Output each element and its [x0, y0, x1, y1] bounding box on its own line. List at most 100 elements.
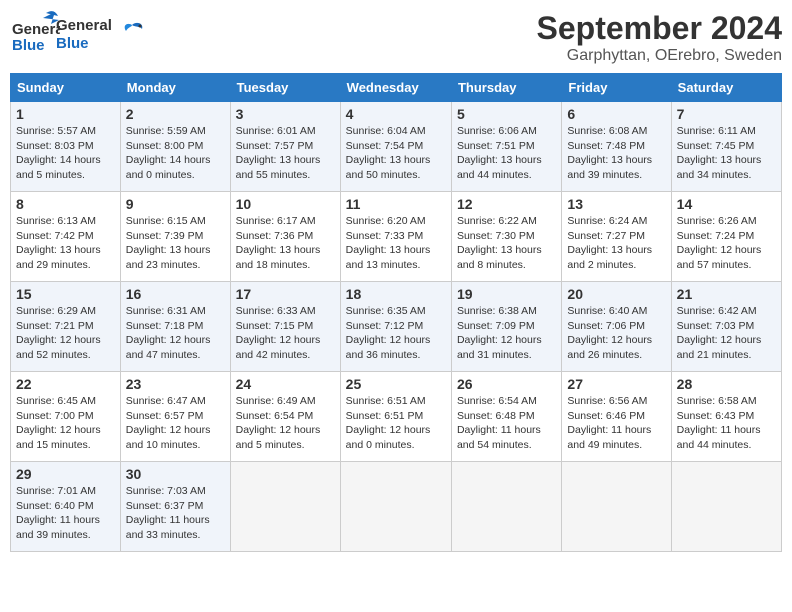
- logo: General Blue General Blue: [10, 10, 146, 60]
- cell-day-number: 20: [567, 286, 665, 302]
- cell-day-number: 5: [457, 106, 556, 122]
- calendar-cell: 4 Sunrise: 6:04 AM Sunset: 7:54 PM Daylig…: [340, 102, 451, 192]
- cell-daylight-info: Sunrise: 6:31 AM Sunset: 7:18 PM Dayligh…: [126, 304, 225, 363]
- cell-day-number: 14: [677, 196, 776, 212]
- cell-day-number: 4: [346, 106, 446, 122]
- col-thursday: Thursday: [451, 74, 561, 102]
- cell-daylight-info: Sunrise: 6:24 AM Sunset: 7:27 PM Dayligh…: [567, 214, 665, 273]
- cell-day-number: 24: [236, 376, 335, 392]
- calendar-cell: 13 Sunrise: 6:24 AM Sunset: 7:27 PM Dayli…: [562, 192, 671, 282]
- calendar-cell: 15 Sunrise: 6:29 AM Sunset: 7:21 PM Dayli…: [11, 282, 121, 372]
- cell-daylight-info: Sunrise: 6:17 AM Sunset: 7:36 PM Dayligh…: [236, 214, 335, 273]
- cell-daylight-info: Sunrise: 6:22 AM Sunset: 7:30 PM Dayligh…: [457, 214, 556, 273]
- calendar-week-row: 1 Sunrise: 5:57 AM Sunset: 8:03 PM Daylig…: [11, 102, 782, 192]
- cell-daylight-info: Sunrise: 6:01 AM Sunset: 7:57 PM Dayligh…: [236, 124, 335, 183]
- calendar-cell: 20 Sunrise: 6:40 AM Sunset: 7:06 PM Dayli…: [562, 282, 671, 372]
- cell-day-number: 15: [16, 286, 115, 302]
- col-tuesday: Tuesday: [230, 74, 340, 102]
- cell-day-number: 22: [16, 376, 115, 392]
- logo-icon: General Blue: [10, 10, 60, 60]
- main-title: September 2024: [537, 10, 782, 47]
- cell-daylight-info: Sunrise: 5:57 AM Sunset: 8:03 PM Dayligh…: [16, 124, 115, 183]
- logo-general: General: [56, 17, 112, 35]
- svg-text:General: General: [12, 21, 60, 38]
- calendar-cell: [451, 462, 561, 552]
- calendar-week-row: 29Sunrise: 7:01 AM Sunset: 6:40 PM Dayli…: [11, 462, 782, 552]
- col-sunday: Sunday: [11, 74, 121, 102]
- calendar-cell: 16 Sunrise: 6:31 AM Sunset: 7:18 PM Dayli…: [120, 282, 230, 372]
- cell-day-number: 6: [567, 106, 665, 122]
- cell-day-number: 19: [457, 286, 556, 302]
- cell-day-number: 12: [457, 196, 556, 212]
- cell-day-number: 17: [236, 286, 335, 302]
- cell-day-number: 9: [126, 196, 225, 212]
- cell-day-number: 3: [236, 106, 335, 122]
- cell-day-number: 7: [677, 106, 776, 122]
- cell-day-number: 2: [126, 106, 225, 122]
- cell-daylight-info: Sunrise: 6:20 AM Sunset: 7:33 PM Dayligh…: [346, 214, 446, 273]
- col-monday: Monday: [120, 74, 230, 102]
- calendar-cell: 8 Sunrise: 6:13 AM Sunset: 7:42 PM Daylig…: [11, 192, 121, 282]
- cell-day-number: 18: [346, 286, 446, 302]
- calendar-header-row: Sunday Monday Tuesday Wednesday Thursday…: [11, 74, 782, 102]
- cell-daylight-info: Sunrise: 6:06 AM Sunset: 7:51 PM Dayligh…: [457, 124, 556, 183]
- calendar-cell: 30 Sunrise: 7:03 AM Sunset: 6:37 PM Dayli…: [120, 462, 230, 552]
- cell-daylight-info: Sunrise: 7:03 AM Sunset: 6:37 PM Dayligh…: [126, 484, 225, 543]
- cell-daylight-info: Sunrise: 6:15 AM Sunset: 7:39 PM Dayligh…: [126, 214, 225, 273]
- cell-daylight-info: Sunrise: 6:40 AM Sunset: 7:06 PM Dayligh…: [567, 304, 665, 363]
- calendar-week-row: 15 Sunrise: 6:29 AM Sunset: 7:21 PM Dayli…: [11, 282, 782, 372]
- cell-day-number: 1: [16, 106, 115, 122]
- cell-daylight-info: Sunrise: 6:29 AM Sunset: 7:21 PM Dayligh…: [16, 304, 115, 363]
- cell-day-number: 25: [346, 376, 446, 392]
- calendar-cell: 29Sunrise: 7:01 AM Sunset: 6:40 PM Dayli…: [11, 462, 121, 552]
- calendar-cell: [230, 462, 340, 552]
- cell-daylight-info: Sunrise: 6:13 AM Sunset: 7:42 PM Dayligh…: [16, 214, 115, 273]
- calendar-cell: 17 Sunrise: 6:33 AM Sunset: 7:15 PM Dayli…: [230, 282, 340, 372]
- calendar-cell: 7 Sunrise: 6:11 AM Sunset: 7:45 PM Daylig…: [671, 102, 781, 192]
- cell-day-number: 10: [236, 196, 335, 212]
- calendar-cell: 22 Sunrise: 6:45 AM Sunset: 7:00 PM Dayli…: [11, 372, 121, 462]
- cell-daylight-info: Sunrise: 6:42 AM Sunset: 7:03 PM Dayligh…: [677, 304, 776, 363]
- calendar-cell: 28 Sunrise: 6:58 AM Sunset: 6:43 PM Dayli…: [671, 372, 781, 462]
- calendar-cell: 9 Sunrise: 6:15 AM Sunset: 7:39 PM Daylig…: [120, 192, 230, 282]
- calendar-cell: 6 Sunrise: 6:08 AM Sunset: 7:48 PM Daylig…: [562, 102, 671, 192]
- cell-daylight-info: Sunrise: 6:56 AM Sunset: 6:46 PM Dayligh…: [567, 394, 665, 453]
- cell-daylight-info: Sunrise: 6:51 AM Sunset: 6:51 PM Dayligh…: [346, 394, 446, 453]
- calendar-cell: 14 Sunrise: 6:26 AM Sunset: 7:24 PM Dayli…: [671, 192, 781, 282]
- cell-day-number: 27: [567, 376, 665, 392]
- cell-daylight-info: Sunrise: 6:11 AM Sunset: 7:45 PM Dayligh…: [677, 124, 776, 183]
- cell-daylight-info: Sunrise: 6:54 AM Sunset: 6:48 PM Dayligh…: [457, 394, 556, 453]
- calendar-cell: [671, 462, 781, 552]
- calendar-cell: 25 Sunrise: 6:51 AM Sunset: 6:51 PM Dayli…: [340, 372, 451, 462]
- cell-day-number: 28: [677, 376, 776, 392]
- logo-bird-icon: [118, 19, 146, 47]
- calendar-cell: 2Sunrise: 5:59 AM Sunset: 8:00 PM Daylig…: [120, 102, 230, 192]
- calendar-cell: 3 Sunrise: 6:01 AM Sunset: 7:57 PM Daylig…: [230, 102, 340, 192]
- calendar-week-row: 8 Sunrise: 6:13 AM Sunset: 7:42 PM Daylig…: [11, 192, 782, 282]
- calendar-cell: 11Sunrise: 6:20 AM Sunset: 7:33 PM Dayli…: [340, 192, 451, 282]
- cell-day-number: 13: [567, 196, 665, 212]
- cell-daylight-info: Sunrise: 6:58 AM Sunset: 6:43 PM Dayligh…: [677, 394, 776, 453]
- cell-day-number: 30: [126, 466, 225, 482]
- calendar-cell: 1 Sunrise: 5:57 AM Sunset: 8:03 PM Daylig…: [11, 102, 121, 192]
- cell-day-number: 16: [126, 286, 225, 302]
- cell-daylight-info: Sunrise: 6:38 AM Sunset: 7:09 PM Dayligh…: [457, 304, 556, 363]
- cell-daylight-info: Sunrise: 6:35 AM Sunset: 7:12 PM Dayligh…: [346, 304, 446, 363]
- cell-day-number: 8: [16, 196, 115, 212]
- col-saturday: Saturday: [671, 74, 781, 102]
- col-wednesday: Wednesday: [340, 74, 451, 102]
- cell-daylight-info: Sunrise: 6:04 AM Sunset: 7:54 PM Dayligh…: [346, 124, 446, 183]
- cell-daylight-info: Sunrise: 6:45 AM Sunset: 7:00 PM Dayligh…: [16, 394, 115, 453]
- calendar-cell: [562, 462, 671, 552]
- cell-daylight-info: Sunrise: 6:26 AM Sunset: 7:24 PM Dayligh…: [677, 214, 776, 273]
- cell-daylight-info: Sunrise: 6:33 AM Sunset: 7:15 PM Dayligh…: [236, 304, 335, 363]
- calendar-cell: 24 Sunrise: 6:49 AM Sunset: 6:54 PM Dayli…: [230, 372, 340, 462]
- calendar-cell: 5 Sunrise: 6:06 AM Sunset: 7:51 PM Daylig…: [451, 102, 561, 192]
- calendar-cell: 12 Sunrise: 6:22 AM Sunset: 7:30 PM Dayli…: [451, 192, 561, 282]
- calendar-cell: 10 Sunrise: 6:17 AM Sunset: 7:36 PM Dayli…: [230, 192, 340, 282]
- cell-daylight-info: Sunrise: 7:01 AM Sunset: 6:40 PM Dayligh…: [16, 484, 115, 543]
- cell-daylight-info: Sunrise: 6:49 AM Sunset: 6:54 PM Dayligh…: [236, 394, 335, 453]
- cell-daylight-info: Sunrise: 6:08 AM Sunset: 7:48 PM Dayligh…: [567, 124, 665, 183]
- calendar-cell: 27 Sunrise: 6:56 AM Sunset: 6:46 PM Dayli…: [562, 372, 671, 462]
- page-header: General Blue General Blue September 2024…: [10, 10, 782, 65]
